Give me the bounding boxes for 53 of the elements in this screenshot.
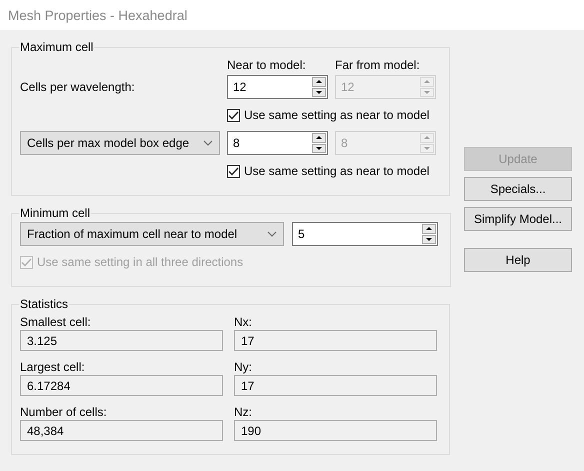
up-arrow-icon bbox=[425, 226, 433, 232]
checkbox[interactable] bbox=[227, 164, 240, 178]
down-arrow-icon bbox=[315, 90, 323, 95]
field-label: Nx: bbox=[234, 314, 253, 330]
readonly-field: 190 bbox=[234, 420, 437, 441]
readonly-field: 6.17284 bbox=[20, 375, 223, 396]
number-field[interactable]: 5 bbox=[292, 222, 438, 246]
field-label: Number of cells: bbox=[20, 404, 108, 420]
dialog-button[interactable]: Specials... bbox=[464, 177, 572, 201]
spin-up-button[interactable] bbox=[312, 77, 326, 86]
group-title: Statistics bbox=[19, 297, 70, 311]
field-label: Largest cell: bbox=[20, 359, 86, 375]
number-field[interactable]: 12 bbox=[227, 75, 328, 99]
checkbox-label: Use same setting as near to model bbox=[244, 164, 430, 178]
group-title: Maximum cell bbox=[19, 40, 94, 54]
down-arrow-icon bbox=[425, 236, 433, 242]
down-arrow-icon bbox=[423, 146, 431, 151]
check-icon bbox=[228, 166, 239, 176]
dialog-button[interactable]: Simplify Model... bbox=[464, 207, 572, 231]
dropdown[interactable]: Cells per max model box edge bbox=[20, 131, 220, 155]
spin-down-button[interactable] bbox=[312, 88, 326, 97]
up-arrow-icon bbox=[315, 79, 323, 84]
column-header: Near to model: bbox=[227, 57, 307, 74]
field-label: Cells per wavelength: bbox=[20, 80, 136, 94]
window-title: Mesh Properties - Hexahedral bbox=[8, 8, 188, 22]
readonly-field: 48,384 bbox=[20, 420, 223, 441]
readonly-field: 3.125 bbox=[20, 330, 223, 351]
field-label: Smallest cell: bbox=[20, 314, 92, 330]
checkbox-label: Use same setting as near to model bbox=[244, 108, 430, 122]
readonly-field: 17 bbox=[234, 375, 437, 396]
checkbox[interactable] bbox=[227, 108, 240, 122]
spin-up-button[interactable] bbox=[422, 224, 436, 234]
spin-down-button[interactable] bbox=[422, 234, 436, 244]
number-field[interactable]: 8 bbox=[227, 131, 328, 155]
spin-down-button[interactable] bbox=[312, 144, 326, 153]
dialog-button[interactable]: Help bbox=[464, 248, 572, 272]
checkbox-label: Use same setting in all three directions bbox=[37, 255, 244, 269]
column-header: Far from model: bbox=[335, 57, 421, 74]
check-icon bbox=[21, 258, 32, 266]
field-label: Nz: bbox=[234, 404, 253, 420]
up-arrow-icon bbox=[315, 135, 323, 140]
up-arrow-icon bbox=[423, 135, 431, 140]
spin-up-button[interactable] bbox=[312, 133, 326, 142]
group-title: Minimum cell bbox=[19, 206, 92, 220]
chevron-down-icon bbox=[203, 140, 213, 146]
up-arrow-icon bbox=[423, 79, 431, 84]
readonly-field: 17 bbox=[234, 330, 437, 351]
down-arrow-icon bbox=[315, 146, 323, 151]
dropdown[interactable]: Fraction of maximum cell near to model bbox=[20, 222, 284, 246]
check-icon bbox=[228, 110, 239, 120]
chevron-down-icon bbox=[267, 231, 277, 237]
field-label: Ny: bbox=[234, 359, 253, 375]
down-arrow-icon bbox=[423, 90, 431, 95]
